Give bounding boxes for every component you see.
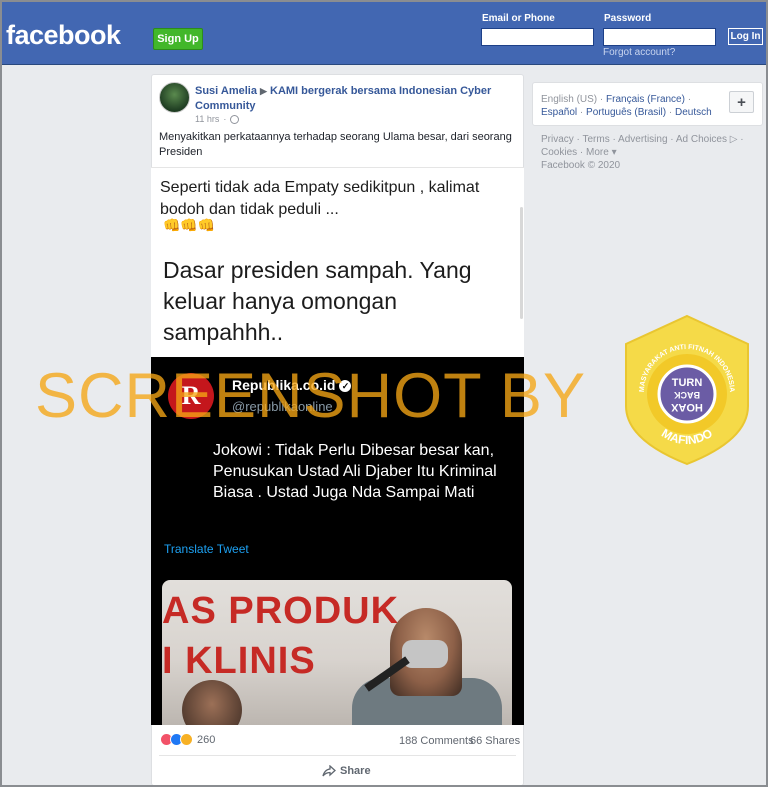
- lang-separator: ·: [687, 94, 692, 105]
- language-list: English (US) · Français (France) · Españ…: [541, 93, 731, 119]
- image-text-line-2: Dasar presiden sampah. Yang keluar hanya…: [163, 257, 472, 345]
- globe-icon: [230, 114, 240, 124]
- divider: [159, 755, 516, 756]
- comments-count-link[interactable]: 188 Comments: [399, 735, 474, 747]
- lang-separator: ·: [579, 107, 584, 118]
- footer-line-1[interactable]: Privacy · Terms · Advertising · Ad Choic…: [541, 133, 761, 146]
- password-label: Password: [604, 13, 652, 24]
- share-button[interactable]: Share: [322, 765, 371, 777]
- image-text-line-1: Seperti tidak ada Empaty sedikitpun , ka…: [160, 179, 480, 218]
- photo-person-2: [182, 680, 242, 725]
- reactions-count: 260: [197, 733, 216, 746]
- post-timestamp: 11 hrs ·: [195, 114, 240, 124]
- password-field[interactable]: [603, 28, 716, 46]
- tweet-account-label: Republika.co.id: [232, 377, 336, 393]
- time-link[interactable]: 11 hrs: [195, 114, 219, 124]
- forgot-account-link[interactable]: Forgot account?: [603, 47, 675, 58]
- facebook-logo[interactable]: facebook: [6, 20, 121, 51]
- post-caption: Menyakitkan perkataannya terhadap seoran…: [159, 131, 512, 158]
- share-label: Share: [340, 765, 371, 777]
- translate-tweet-link: Translate Tweet: [164, 542, 249, 556]
- copyright: Facebook © 2020: [541, 160, 621, 171]
- mafindo-badge: MASYARAKAT ANTI FITNAH INDONESIA MAFINDO…: [622, 314, 752, 466]
- avatar[interactable]: [159, 82, 190, 113]
- badge-line-1: TURN: [672, 377, 703, 389]
- lang-german-link[interactable]: Deutsch: [675, 107, 712, 118]
- badge-line-2: BACK: [674, 390, 700, 400]
- fist-emoji-icon: 👊👊👊: [163, 217, 216, 233]
- share-icon: [322, 765, 336, 777]
- signup-button[interactable]: Sign Up: [153, 28, 203, 50]
- tweet-photo: AS PRODUK I KLINIS: [162, 580, 512, 725]
- author-name-link[interactable]: Susi Amelia: [195, 85, 257, 97]
- wow-reaction-icon: [180, 733, 193, 746]
- tweet-account-name: Republika.co.id ✓: [232, 377, 352, 393]
- lang-spanish-link[interactable]: Español: [541, 107, 577, 118]
- lang-french-link[interactable]: Français (France): [606, 94, 685, 105]
- image-scrollbar: [520, 207, 523, 319]
- login-button[interactable]: Log In: [728, 28, 763, 45]
- email-field[interactable]: [481, 28, 594, 46]
- badge-line-3: HOAX: [670, 401, 702, 413]
- footer-links: Privacy · Terms · Advertising · Ad Choic…: [541, 133, 761, 172]
- lang-separator: ·: [668, 107, 673, 118]
- republika-logo: R: [168, 373, 214, 419]
- post-author-line: Susi Amelia ▶ KAMI bergerak bersama Indo…: [195, 84, 515, 114]
- tweet-text: Jokowi : Tidak Perlu Dibesar besar kan, …: [213, 442, 497, 501]
- more-languages-button[interactable]: +: [729, 91, 754, 113]
- photo-banner-line-1: AS PRODUK: [162, 590, 400, 632]
- email-label: Email or Phone: [482, 13, 555, 24]
- tweet-handle: @republikaonline: [232, 399, 333, 414]
- reactions-bar[interactable]: 260: [160, 733, 215, 746]
- lang-portuguese-link[interactable]: Português (Brasil): [586, 107, 666, 118]
- arrow-icon: ▶: [260, 86, 267, 96]
- shares-count-link[interactable]: 66 Shares: [470, 735, 520, 747]
- footer-line-2[interactable]: Cookies · More ▾: [541, 146, 761, 159]
- lang-current: English (US): [541, 94, 598, 105]
- time-separator: ·: [223, 114, 227, 124]
- photo-face-mask: [402, 640, 448, 668]
- verified-icon: ✓: [339, 380, 352, 392]
- lang-separator: ·: [599, 94, 604, 105]
